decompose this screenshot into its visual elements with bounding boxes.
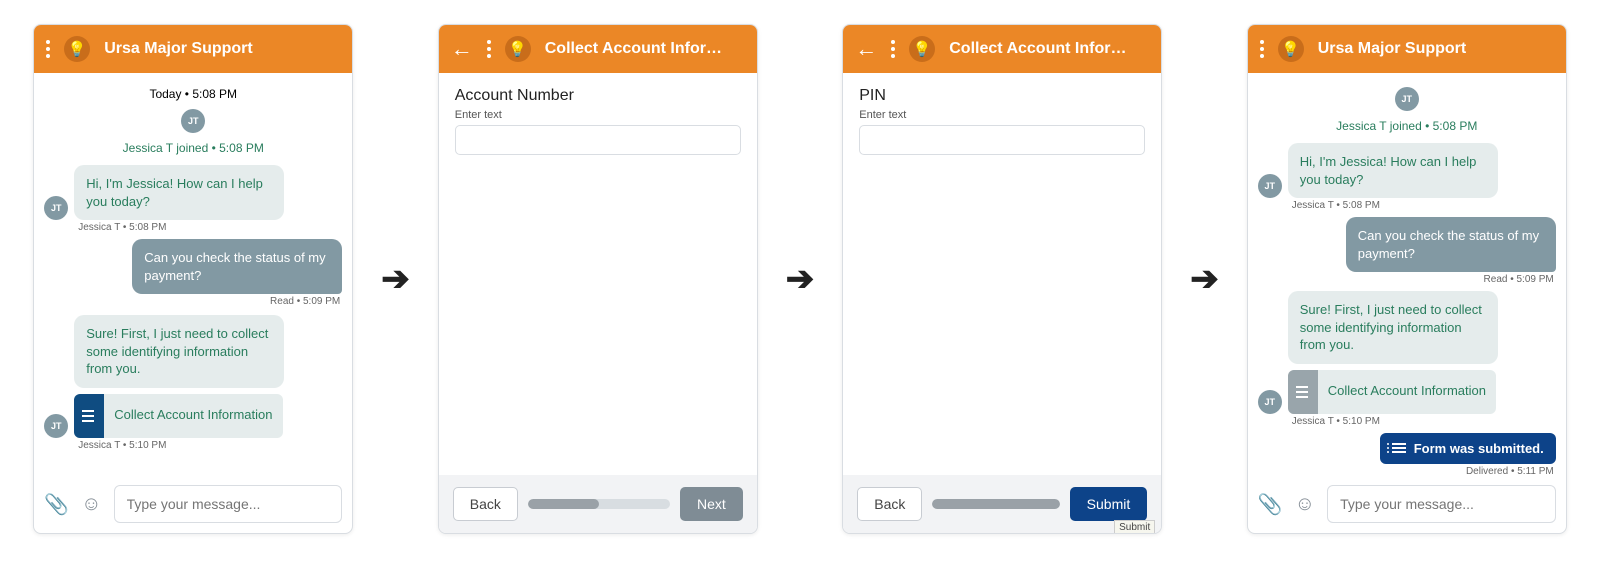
flow-diagram: 💡 Ursa Major Support Today • 5:08 PM JT … [0,0,1600,558]
form-panel-pin: ← 💡 Collect Account Infor… PIN Enter tex… [842,24,1162,534]
back-button[interactable]: Back [857,487,922,521]
agent-message: Hi, I'm Jessica! How can I help you toda… [1288,143,1498,198]
list-icon [1392,443,1406,453]
chat-panel-after-submit: 💡 Ursa Major Support JT Jessica T joined… [1247,24,1567,534]
emoji-icon[interactable]: ☺ [1295,493,1315,516]
chat-body: Today • 5:08 PM JT Jessica T joined • 5:… [34,73,352,474]
compose-bar: 📎 ☺ [1248,474,1566,533]
form-header: ← 💡 Collect Account Infor… [843,25,1161,73]
form-card[interactable]: Collect Account Information [74,394,282,438]
form-body: PIN Enter text [843,73,1161,475]
kebab-menu-icon[interactable] [1260,40,1264,58]
attachment-icon[interactable]: 📎 [44,492,69,517]
brand-bulb-icon: 💡 [1278,36,1304,62]
form-title: Collect Account Infor… [949,40,1149,58]
back-button[interactable]: Back [453,487,518,521]
field-label: Account Number [455,87,741,105]
chat-header: 💡 Ursa Major Support [1248,25,1566,73]
message-meta: Jessica T • 5:08 PM [1292,200,1554,211]
agent-message-row: Sure! First, I just need to collect some… [1258,291,1556,364]
progress-bar [932,499,1059,509]
form-submitted-label: Form was submitted. [1414,441,1544,456]
agent-avatar: JT [44,414,68,438]
message-meta: Read • 5:09 PM [1260,274,1554,285]
flow-arrow-icon: ➔ [381,259,410,299]
account-number-input[interactable] [455,125,741,155]
chat-panel-initial: 💡 Ursa Major Support Today • 5:08 PM JT … [33,24,353,534]
agent-message-row: JT Hi, I'm Jessica! How can I help you t… [44,165,342,220]
back-arrow-icon[interactable]: ← [855,38,877,60]
message-meta: Jessica T • 5:10 PM [78,440,340,451]
today-timestamp: Today • 5:08 PM [44,87,342,101]
chat-body: JT Jessica T joined • 5:08 PM JT Hi, I'm… [1248,73,1566,474]
agent-avatar: JT [1395,87,1419,111]
progress-fill [932,499,1059,509]
chat-title: Ursa Major Support [1318,40,1554,58]
progress-bar [528,499,670,509]
form-footer: Back Next [439,475,757,533]
message-meta: Jessica T • 5:08 PM [78,222,340,233]
agent-avatar: JT [181,109,205,133]
user-message-row: Can you check the status of my payment? [1258,217,1556,272]
flow-arrow-icon: ➔ [786,259,815,299]
field-hint: Enter text [859,109,1145,121]
brand-bulb-icon: 💡 [64,36,90,62]
attachment-icon[interactable]: 📎 [1258,492,1283,517]
form-card-row: JT Collect Account Information [1258,370,1556,414]
message-input[interactable] [114,485,343,523]
field-hint: Enter text [455,109,741,121]
flow-arrow-icon: ➔ [1190,259,1219,299]
form-icon [1288,370,1318,414]
form-card-label: Collect Account Information [1328,383,1486,400]
form-submitted-pill: Form was submitted. [1380,433,1556,464]
user-message-row: Can you check the status of my payment? [44,239,342,294]
user-message: Can you check the status of my payment? [132,239,342,294]
agent-message: Sure! First, I just need to collect some… [74,315,284,388]
message-input[interactable] [1327,485,1556,523]
joined-notice: Jessica T joined • 5:08 PM [1258,119,1556,133]
form-footer: Back Submit Submit [843,475,1161,533]
submit-tooltip: Submit [1114,520,1155,534]
kebab-menu-icon[interactable] [46,40,50,58]
form-card-row: JT Collect Account Information [44,394,342,438]
brand-bulb-icon: 💡 [505,36,531,62]
joined-notice: Jessica T joined • 5:08 PM [44,141,342,155]
form-title: Collect Account Infor… [545,40,745,58]
form-submitted-row: Form was submitted. [1258,433,1556,464]
brand-bulb-icon: 💡 [909,36,935,62]
progress-fill [528,499,599,509]
next-button[interactable]: Next [680,487,743,521]
submit-button[interactable]: Submit [1070,487,1148,521]
message-meta: Delivered • 5:11 PM [1260,466,1554,474]
pin-input[interactable] [859,125,1145,155]
form-header: ← 💡 Collect Account Infor… [439,25,757,73]
kebab-menu-icon[interactable] [487,40,491,58]
form-card[interactable]: Collect Account Information [1288,370,1496,414]
agent-message-row: Sure! First, I just need to collect some… [44,315,342,388]
agent-message: Sure! First, I just need to collect some… [1288,291,1498,364]
agent-avatar: JT [1258,390,1282,414]
message-meta: Jessica T • 5:10 PM [1292,416,1554,427]
agent-message: Hi, I'm Jessica! How can I help you toda… [74,165,284,220]
form-icon [74,394,104,438]
form-panel-account-number: ← 💡 Collect Account Infor… Account Numbe… [438,24,758,534]
emoji-icon[interactable]: ☺ [81,493,101,516]
kebab-menu-icon[interactable] [891,40,895,58]
chat-title: Ursa Major Support [104,40,340,58]
message-meta: Read • 5:09 PM [46,296,340,307]
compose-bar: 📎 ☺ [34,474,352,533]
form-body: Account Number Enter text [439,73,757,475]
back-arrow-icon[interactable]: ← [451,38,473,60]
form-card-label: Collect Account Information [114,407,272,424]
agent-message-row: JT Hi, I'm Jessica! How can I help you t… [1258,143,1556,198]
chat-header: 💡 Ursa Major Support [34,25,352,73]
user-message: Can you check the status of my payment? [1346,217,1556,272]
agent-avatar: JT [1258,174,1282,198]
field-label: PIN [859,87,1145,105]
agent-avatar: JT [44,196,68,220]
